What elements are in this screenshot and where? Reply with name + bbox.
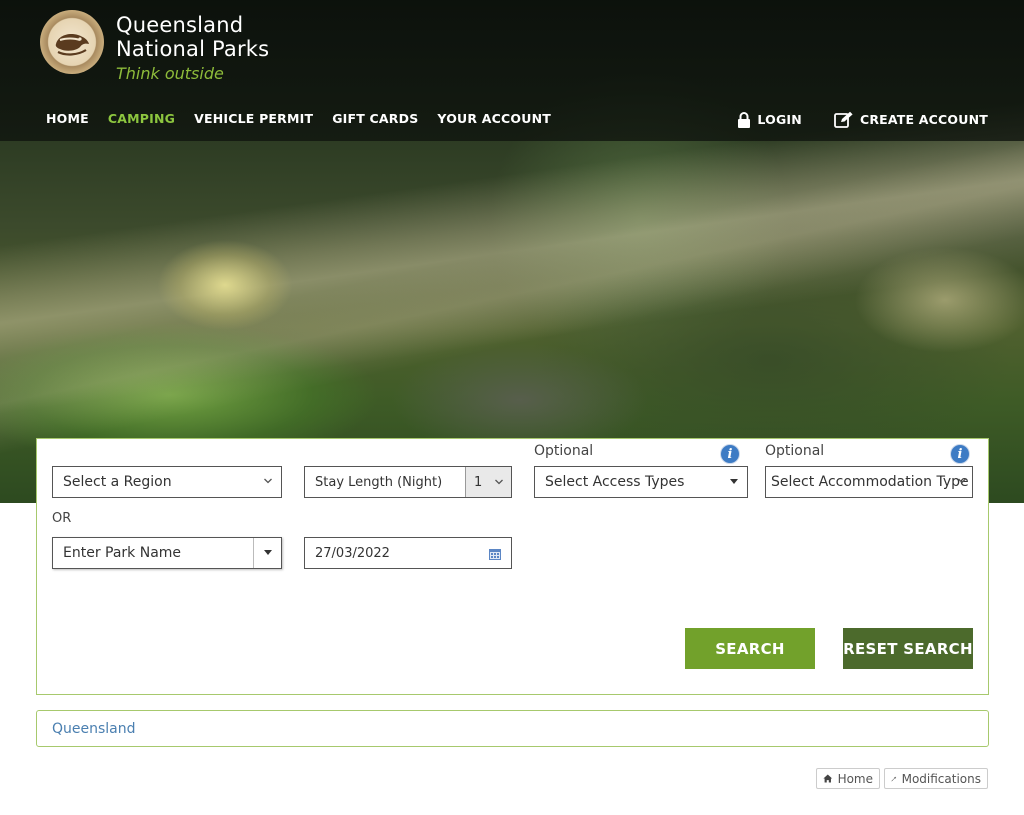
edit-icon bbox=[834, 111, 853, 128]
accommodation-info-icon[interactable]: i bbox=[950, 444, 970, 464]
breadcrumb-queensland[interactable]: Queensland bbox=[52, 721, 136, 737]
arrival-date-value: 27/03/2022 bbox=[315, 545, 390, 561]
wrench-icon bbox=[891, 776, 897, 781]
create-account-label: CREATE ACCOUNT bbox=[859, 112, 988, 127]
park-name-dropdown-button[interactable] bbox=[253, 538, 281, 568]
nav-home[interactable]: HOME bbox=[46, 111, 89, 126]
caret-down-icon bbox=[730, 479, 738, 484]
stay-length-field[interactable]: Stay Length (Night) 1 bbox=[304, 466, 512, 498]
footer-home-button[interactable]: Home bbox=[816, 768, 880, 789]
park-name-input[interactable] bbox=[63, 545, 281, 561]
nav-your-account[interactable]: YOUR ACCOUNT bbox=[437, 111, 551, 126]
chevron-down-icon bbox=[264, 478, 272, 484]
accommodation-optional-label: Optional bbox=[765, 443, 825, 459]
access-optional-label: Optional bbox=[534, 443, 594, 459]
access-info-icon[interactable]: i bbox=[720, 444, 740, 464]
stay-length-value: 1 bbox=[474, 474, 483, 490]
footer-modifications-button[interactable]: Modifications bbox=[884, 768, 988, 789]
stay-length-label: Stay Length (Night) bbox=[315, 474, 443, 490]
nav-camping[interactable]: CAMPING bbox=[108, 111, 175, 126]
create-account-link[interactable]: CREATE ACCOUNT bbox=[834, 111, 988, 128]
search-panel: Optional i Optional i Select a Region St… bbox=[36, 438, 989, 695]
accommodation-type-select[interactable]: Select Accommodation Type bbox=[765, 466, 973, 498]
login-link[interactable]: LOGIN bbox=[737, 111, 802, 128]
caret-down-icon bbox=[263, 550, 272, 555]
login-label: LOGIN bbox=[757, 112, 802, 127]
accommodation-type-value: Select Accommodation Type bbox=[771, 474, 969, 490]
access-types-select[interactable]: Select Access Types bbox=[534, 466, 748, 498]
brand-name-line2: National Parks bbox=[116, 37, 270, 61]
or-label: OR bbox=[52, 511, 72, 526]
nav-gift-cards[interactable]: GIFT CARDS bbox=[332, 111, 418, 126]
access-types-value: Select Access Types bbox=[545, 474, 685, 490]
brand-block[interactable]: Queensland National Parks Think outside bbox=[116, 13, 269, 86]
park-name-combobox[interactable] bbox=[52, 537, 282, 569]
footer-home-label: Home bbox=[837, 771, 873, 786]
nav-vehicle-permit[interactable]: VEHICLE PERMIT bbox=[194, 111, 313, 126]
account-nav: LOGIN CREATE ACCOUNT bbox=[737, 111, 988, 128]
calendar-icon[interactable] bbox=[488, 547, 502, 561]
brand-name-line1: Queensland bbox=[116, 13, 244, 37]
reset-search-button[interactable]: RESET SEARCH bbox=[843, 628, 973, 669]
main-nav: HOME CAMPING VEHICLE PERMIT GIFT CARDS Y… bbox=[46, 111, 551, 126]
search-button[interactable]: SEARCH bbox=[685, 628, 815, 669]
arrival-date-field[interactable]: 27/03/2022 bbox=[304, 537, 512, 569]
platypus-icon bbox=[55, 34, 89, 56]
lock-icon bbox=[738, 111, 751, 128]
breadcrumb: Queensland bbox=[36, 710, 989, 747]
chevron-down-icon bbox=[495, 479, 503, 485]
region-select-value: Select a Region bbox=[63, 474, 172, 490]
qnp-logo[interactable] bbox=[40, 10, 104, 74]
footer-modifications-label: Modifications bbox=[901, 771, 981, 786]
home-icon bbox=[823, 774, 833, 783]
chevron-down-icon bbox=[958, 478, 966, 484]
region-select[interactable]: Select a Region bbox=[52, 466, 282, 498]
brand-tagline: Think outside bbox=[116, 64, 224, 83]
stay-length-select[interactable]: 1 bbox=[465, 467, 511, 497]
